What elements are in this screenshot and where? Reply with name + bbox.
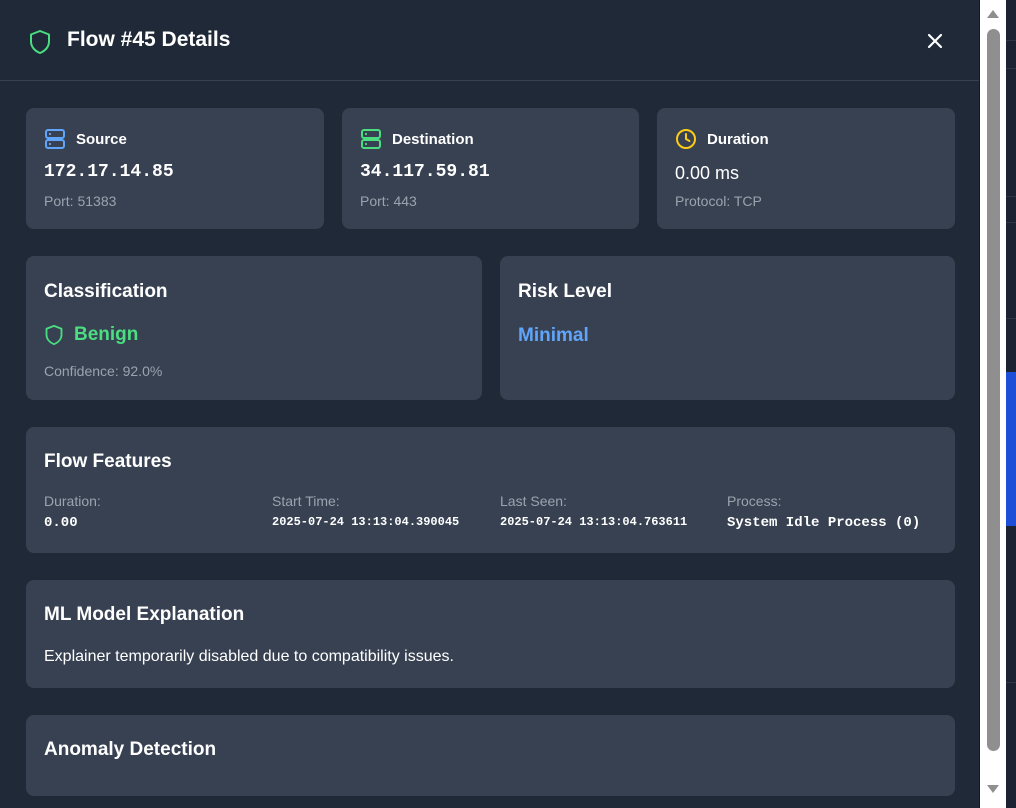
ml-explanation-title: ML Model Explanation [44,604,245,625]
feature-last-seen: Last Seen: 2025-07-24 13:13:04.763611 [500,493,688,529]
destination-ip: 34.117.59.81 [360,162,490,182]
server-icon [361,129,381,149]
feature-duration: Duration: 0.00 [44,493,101,531]
flow-features-title: Flow Features [44,451,172,472]
source-card: Source 172.17.14.85 Port: 51383 [26,108,324,229]
modal-title: Flow #45 Details [67,28,231,51]
destination-card: Destination 34.117.59.81 Port: 443 [342,108,639,229]
feature-start-time: Start Time: 2025-07-24 13:13:04.390045 [272,493,460,529]
flow-details-modal: Flow #45 Details Source 172.17.14.85 Por… [0,0,980,808]
destination-label: Destination [392,130,474,148]
duration-label: Duration [707,130,769,148]
shield-icon [30,30,50,54]
confidence-value: Confidence: 92.0% [44,363,163,379]
risk-level-title: Risk Level [518,281,612,302]
close-icon[interactable] [923,29,947,53]
modal-scrollbar[interactable] [980,0,1006,808]
source-label: Source [76,130,127,148]
ml-explanation-text: Explainer temporarily disabled due to co… [44,648,454,665]
flow-features-card: Flow Features Duration: 0.00 Start Time:… [26,427,955,553]
destination-port: Port: 443 [360,193,417,209]
risk-level-value: Minimal [518,325,589,346]
scroll-up-arrow-icon[interactable] [986,9,1000,19]
source-ip: 172.17.14.85 [44,162,174,182]
server-icon [45,129,65,149]
source-port: Port: 51383 [44,193,117,209]
clock-icon [676,129,696,149]
classification-title: Classification [44,281,168,302]
duration-value: 0.00 ms [675,163,740,183]
shield-icon [45,324,63,346]
ml-explanation-card: ML Model Explanation Explainer temporari… [26,580,955,688]
anomaly-detection-card: Anomaly Detection [26,715,955,796]
scroll-down-arrow-icon[interactable] [986,784,1000,794]
protocol-value: Protocol: TCP [675,193,762,209]
classification-card: Classification Benign Confidence: 92.0% [26,256,482,400]
feature-process: Process: System Idle Process (0) [727,493,921,531]
risk-level-card: Risk Level Minimal [500,256,955,400]
duration-card: Duration 0.00 ms Protocol: TCP [657,108,955,229]
classification-value: Benign [74,324,139,345]
modal-header: Flow #45 Details [0,0,979,81]
anomaly-detection-title: Anomaly Detection [44,739,217,760]
scrollbar-thumb[interactable] [987,29,1000,751]
